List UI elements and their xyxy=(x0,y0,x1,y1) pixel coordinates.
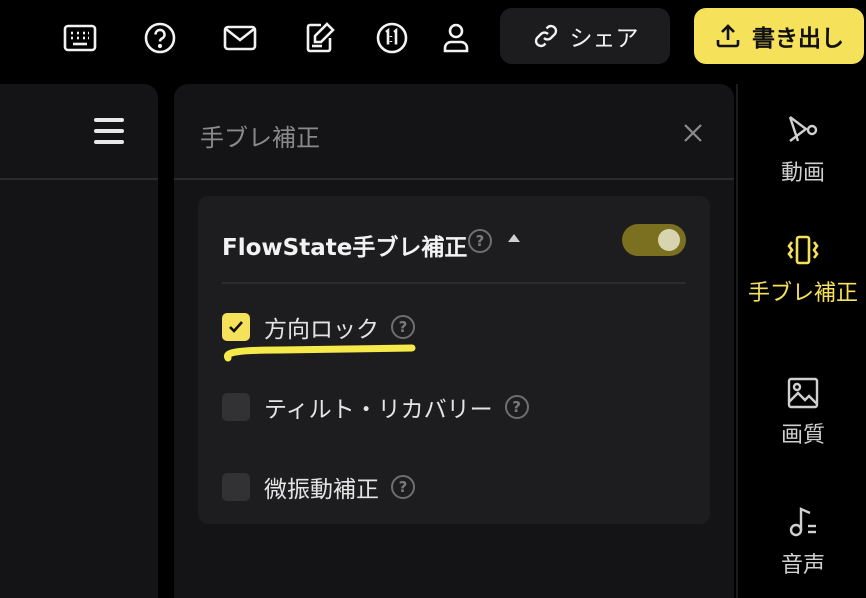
one-to-one-icon[interactable] xyxy=(372,18,412,58)
micro-vibration-label: 微振動補正 xyxy=(264,477,379,503)
export-label: 書き出し xyxy=(752,26,844,52)
tilt-recovery-label: ティルト・リカバリー xyxy=(264,397,493,423)
export-button[interactable]: 書き出し xyxy=(694,8,864,64)
direction-lock-help-icon[interactable]: ? xyxy=(391,315,415,339)
edit-note-icon[interactable] xyxy=(300,18,340,58)
collapse-caret-icon[interactable] xyxy=(508,234,520,242)
user-icon[interactable] xyxy=(436,18,476,58)
panel-divider xyxy=(174,178,734,180)
direction-lock-checkbox[interactable] xyxy=(222,313,250,341)
video-icon xyxy=(788,116,818,142)
panel-title: 手ブレ補正 xyxy=(200,124,320,152)
option-direction-lock[interactable]: 方向ロック ? xyxy=(222,312,415,343)
checkmark-icon xyxy=(229,321,243,333)
image-icon xyxy=(787,377,819,409)
keyboard-icon[interactable] xyxy=(60,18,100,58)
flowstate-toggle[interactable] xyxy=(622,224,686,256)
sidebar-label-quality: 画質 xyxy=(780,423,825,448)
sidebar-label-stabilization: 手ブレ補正 xyxy=(748,281,859,306)
micro-vibration-help-icon[interactable]: ? xyxy=(391,475,415,499)
upload-icon xyxy=(716,24,740,48)
flowstate-help-icon[interactable]: ? xyxy=(468,229,492,253)
close-icon[interactable] xyxy=(678,118,708,148)
top-toolbar: シェア 書き出し xyxy=(0,0,866,84)
vibration-icon xyxy=(787,235,819,265)
direction-lock-label: 方向ロック xyxy=(264,317,379,343)
left-panel xyxy=(0,84,158,598)
sidebar-item-video[interactable]: 動画 xyxy=(738,112,866,190)
link-icon xyxy=(534,24,557,48)
left-panel-divider xyxy=(0,178,158,180)
sidebar-item-audio[interactable]: 音声 xyxy=(738,504,866,582)
card-divider xyxy=(222,282,686,284)
flowstate-title: FlowState手ブレ補正 xyxy=(222,235,468,261)
mail-icon[interactable] xyxy=(220,18,260,58)
micro-vibration-checkbox[interactable] xyxy=(222,473,250,501)
tilt-recovery-help-icon[interactable]: ? xyxy=(504,395,529,419)
option-micro-vibration[interactable]: 微振動補正 ? xyxy=(222,472,415,503)
toggle-knob xyxy=(658,229,680,251)
sidebar-item-stabilization[interactable]: 手ブレ補正 xyxy=(738,232,866,310)
stabilization-panel: 手ブレ補正 FlowState手ブレ補正 ? 方向ロック ? ティルト・リカバリ… xyxy=(174,84,734,598)
option-tilt-recovery[interactable]: ティルト・リカバリー ? xyxy=(222,392,529,423)
right-sidebar: 動画 手ブレ補正 画質 音声 xyxy=(736,84,866,598)
share-label: シェア xyxy=(569,26,639,52)
help-circle-icon[interactable] xyxy=(140,18,180,58)
tilt-recovery-checkbox[interactable] xyxy=(222,393,250,421)
highlight-underline xyxy=(223,344,416,362)
menu-icon[interactable] xyxy=(94,116,126,146)
sidebar-label-video: 動画 xyxy=(780,161,825,186)
music-note-icon xyxy=(789,507,816,537)
sidebar-item-quality[interactable]: 画質 xyxy=(738,374,866,452)
sidebar-label-audio: 音声 xyxy=(780,553,825,578)
share-button[interactable]: シェア xyxy=(500,8,670,64)
